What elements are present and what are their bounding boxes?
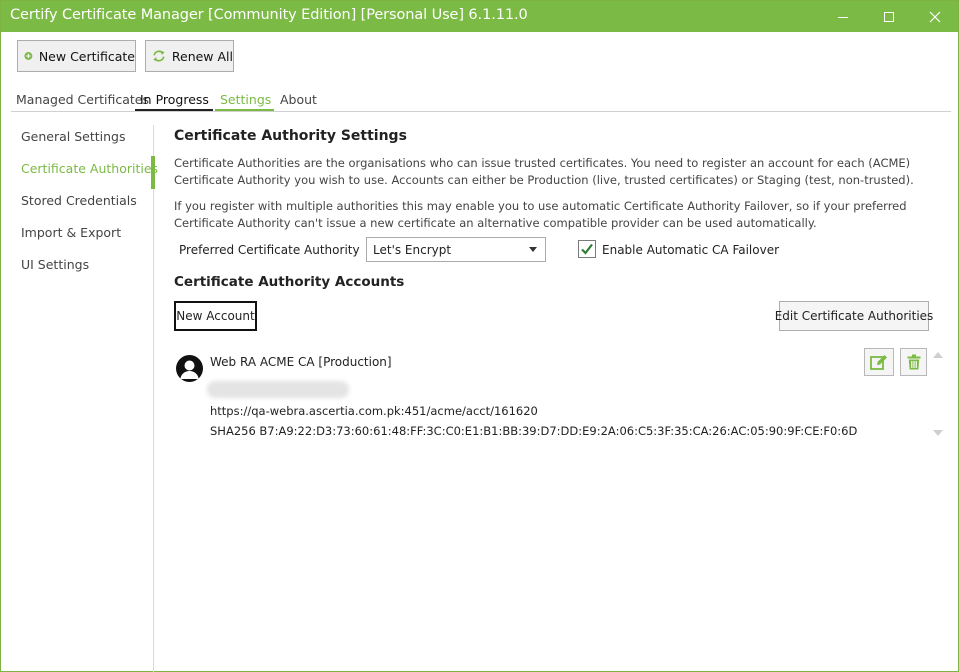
- tab-settings-underline: [215, 109, 274, 111]
- tab-about-label: About: [280, 92, 317, 107]
- edit-account-button[interactable]: [864, 348, 894, 376]
- checkmark-icon: [581, 243, 593, 255]
- tab-settings[interactable]: Settings: [215, 90, 276, 112]
- sidebar-item-stored-credentials[interactable]: Stored Credentials: [21, 193, 137, 208]
- preferred-ca-value: Let's Encrypt: [373, 243, 452, 257]
- sidebar-divider: [153, 125, 154, 672]
- user-avatar-icon: [176, 355, 203, 382]
- delete-account-button[interactable]: [900, 348, 927, 376]
- maximize-button[interactable]: [866, 1, 912, 32]
- account-url: https://qa-webra.ascertia.com.pk:451/acm…: [210, 404, 538, 418]
- new-account-button[interactable]: New Account: [174, 301, 257, 331]
- minimize-button[interactable]: [820, 1, 866, 32]
- close-button[interactable]: [912, 1, 958, 32]
- scroll-up-arrow[interactable]: [933, 352, 943, 358]
- account-fingerprint: SHA256 B7:A9:22:D3:73:60:61:48:FF:3C:C0:…: [210, 424, 858, 438]
- sidebar-item-certificate-authorities[interactable]: Certificate Authorities: [21, 161, 158, 176]
- ca-description: Certificate Authorities are the organisa…: [174, 156, 914, 187]
- new-certificate-label: New Certificate: [38, 48, 135, 64]
- accounts-title: Certificate Authority Accounts: [174, 274, 405, 290]
- account-name: Web RA ACME CA [Production]: [210, 355, 392, 369]
- sidebar-item-ui-settings[interactable]: UI Settings: [21, 257, 89, 272]
- redacted-email: [207, 381, 349, 398]
- trash-icon: [907, 354, 920, 370]
- minimize-icon: [838, 16, 848, 18]
- sidebar-item-general-settings[interactable]: General Settings: [21, 129, 126, 144]
- chevron-down-icon: [529, 247, 537, 252]
- new-certificate-button[interactable]: New Certificate: [17, 40, 136, 72]
- failover-checkbox[interactable]: [578, 240, 596, 258]
- preferred-ca-label: Preferred Certificate Authority: [179, 243, 360, 257]
- edit-icon: [870, 355, 887, 370]
- renew-all-label: Renew All: [171, 48, 233, 64]
- tab-about[interactable]: About: [275, 90, 322, 112]
- plus-circle-icon: [24, 52, 33, 60]
- tab-settings-label: Settings: [220, 92, 272, 107]
- title-bar: Certify Certificate Manager [Community E…: [1, 1, 958, 32]
- window-title: Certify Certificate Manager [Community E…: [10, 7, 528, 23]
- tab-in-progress[interactable]: In Progress: [135, 90, 214, 112]
- edit-certificate-authorities-button[interactable]: Edit Certificate Authorities: [775, 301, 933, 331]
- scroll-down-arrow[interactable]: [933, 430, 943, 436]
- app-window: Certify Certificate Manager [Community E…: [0, 0, 959, 672]
- tab-in-progress-underline: [135, 109, 213, 111]
- tab-managed-certificates[interactable]: Managed Certificates: [11, 90, 154, 112]
- maximize-icon: [884, 11, 894, 22]
- close-icon: [929, 11, 941, 22]
- tab-managed-certificates-label: Managed Certificates: [16, 92, 150, 107]
- sidebar-item-import-export[interactable]: Import & Export: [21, 225, 121, 240]
- refresh-icon: [153, 50, 165, 62]
- failover-label: Enable Automatic CA Failover: [602, 243, 780, 257]
- page-title: Certificate Authority Settings: [174, 128, 407, 144]
- renew-all-button[interactable]: Renew All: [145, 40, 234, 72]
- failover-description: If you register with multiple authoritie…: [174, 199, 907, 230]
- tab-in-progress-label: In Progress: [140, 92, 209, 107]
- preferred-ca-select[interactable]: Let's Encrypt: [366, 237, 546, 262]
